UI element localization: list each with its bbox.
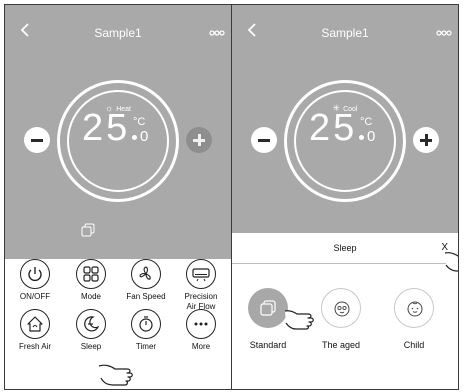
- standard-sleep-icon: [260, 300, 276, 316]
- right-screen: Sample1 ✳ Cool 25 °C 0 Sleep X Standard T…: [231, 4, 459, 390]
- on-off-button[interactable]: ON/OFF: [9, 259, 61, 302]
- child-face-icon: [407, 301, 423, 317]
- temperature-decimal: 0: [140, 128, 149, 145]
- fan-speed-label: Fan Speed: [126, 292, 166, 301]
- sleep-moon-icon: [84, 316, 100, 332]
- decrease-temp-button[interactable]: [251, 127, 277, 153]
- control-area: Sample1 ✳ Cool 25 °C 0: [232, 5, 458, 233]
- sleep-panel-title: Sleep: [333, 243, 357, 253]
- more-options-icon[interactable]: [209, 29, 225, 37]
- mode-label: Mode: [80, 292, 101, 301]
- increase-temp-button[interactable]: [186, 127, 212, 153]
- child-label: Child: [403, 340, 425, 350]
- fresh-air-button[interactable]: Fresh Air: [9, 309, 61, 352]
- fan-speed-button[interactable]: Fan Speed: [120, 259, 172, 302]
- mode-button[interactable]: Mode: [65, 259, 117, 302]
- elderly-face-icon: [334, 301, 350, 317]
- pointing-hand-icon: [98, 364, 133, 386]
- device-title: Sample1: [94, 26, 142, 40]
- sleep-panel-header: Sleep X: [232, 233, 458, 264]
- house-icon: [27, 316, 43, 332]
- increase-temp-button[interactable]: [413, 127, 439, 153]
- pointing-hand-icon: [444, 252, 458, 272]
- timer-button[interactable]: Timer: [120, 309, 172, 352]
- temperature-decimal: 0: [367, 128, 376, 145]
- decrease-temp-button[interactable]: [24, 127, 50, 153]
- more-options-icon[interactable]: [436, 29, 452, 37]
- on-off-label: ON/OFF: [19, 292, 51, 301]
- precision-air-flow-button[interactable]: Precision Air Flow: [175, 259, 227, 312]
- timer-label: Timer: [135, 342, 157, 351]
- temperature-unit: °C: [360, 116, 373, 128]
- device-title: Sample1: [321, 26, 369, 40]
- temperature-value: 25: [82, 107, 131, 149]
- standard-label: Standard: [249, 340, 287, 350]
- temperature-unit: °C: [133, 116, 146, 128]
- fan-icon: [139, 266, 151, 280]
- pointing-hand-icon: [284, 310, 314, 330]
- control-area: Sample1 ☼ Heat 25 °C 0: [5, 5, 231, 259]
- swing-icon[interactable]: [81, 223, 95, 237]
- sleep-option-child[interactable]: Child: [379, 288, 449, 350]
- left-screen: Sample1 ☼ Heat 25 °C 0 ON/OFF Mode Fan Sp…: [4, 4, 232, 390]
- sleep-button[interactable]: Sleep: [65, 309, 117, 352]
- the-aged-label: The aged: [321, 340, 361, 350]
- power-icon: [28, 267, 42, 282]
- mode-grid-icon: [83, 266, 99, 282]
- temperature-dial: ✳ Cool 25 °C 0: [284, 80, 406, 202]
- more-button[interactable]: More: [175, 309, 227, 352]
- air-conditioner-icon: [192, 268, 210, 282]
- sleep-label: Sleep: [80, 342, 102, 351]
- fresh-air-label: Fresh Air: [18, 342, 51, 351]
- temperature-value: 25: [309, 107, 358, 149]
- temperature-dial: ☼ Heat 25 °C 0: [57, 80, 179, 202]
- ellipsis-icon: [194, 322, 208, 326]
- more-label: More: [191, 342, 211, 351]
- stopwatch-icon: [139, 316, 153, 332]
